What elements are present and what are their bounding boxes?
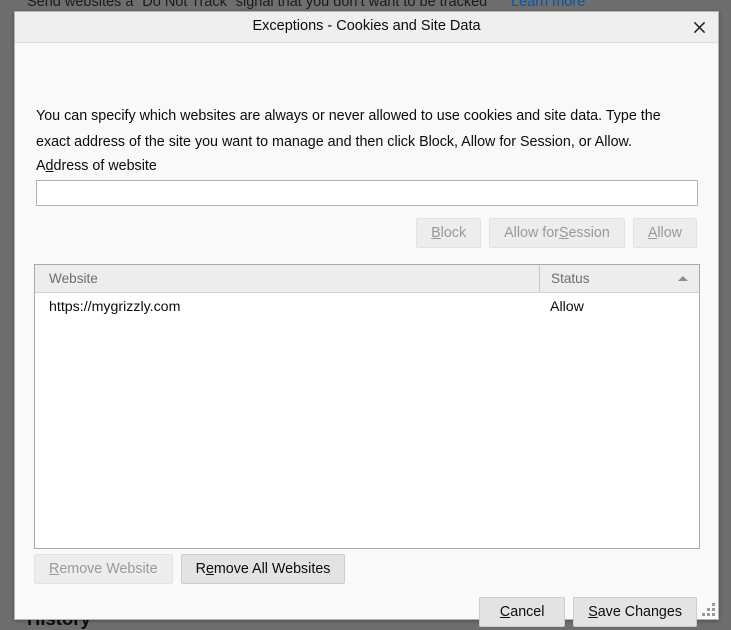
learn-more-link[interactable]: Learn more bbox=[511, 0, 585, 10]
cell-website: https://mygrizzly.com bbox=[35, 299, 539, 315]
list-rows: https://mygrizzly.com Allow bbox=[35, 293, 699, 321]
resize-grip-icon[interactable] bbox=[702, 603, 715, 616]
accelerator-char: d bbox=[46, 158, 54, 174]
dialog-footer-buttons: Cancel Save Changes bbox=[479, 597, 697, 627]
accelerator-char: C bbox=[500, 604, 510, 620]
remove-button-row: Remove Website Remove All Websites bbox=[34, 554, 345, 584]
accelerator-char: A bbox=[648, 225, 658, 241]
permission-button-row: Block Allow for Session Allow bbox=[416, 218, 697, 248]
remove-all-websites-button[interactable]: Remove All Websites bbox=[181, 554, 346, 584]
column-header-website-label: Website bbox=[49, 271, 98, 286]
remove-website-button[interactable]: Remove Website bbox=[34, 554, 173, 584]
accelerator-char: e bbox=[206, 561, 214, 577]
do-not-track-label: Send websites a “Do Not Track” signal th… bbox=[27, 0, 487, 10]
allow-button[interactable]: Allow bbox=[633, 218, 697, 248]
list-column-headers: Website Status bbox=[35, 265, 699, 293]
cancel-button[interactable]: Cancel bbox=[479, 597, 565, 627]
block-button[interactable]: Block bbox=[416, 218, 481, 248]
dialog-title: Exceptions - Cookies and Site Data bbox=[15, 18, 718, 34]
close-icon bbox=[693, 21, 706, 34]
dialog-description: You can specify which websites are alway… bbox=[36, 103, 698, 155]
accelerator-char: S bbox=[588, 604, 598, 620]
column-header-website[interactable]: Website bbox=[35, 265, 539, 292]
dialog-titlebar: Exceptions - Cookies and Site Data bbox=[15, 12, 718, 43]
save-changes-button[interactable]: Save Changes bbox=[573, 597, 697, 627]
table-row[interactable]: https://mygrizzly.com Allow bbox=[35, 293, 699, 321]
accelerator-char: S bbox=[559, 225, 569, 241]
dialog-body: You can specify which websites are alway… bbox=[15, 43, 718, 619]
address-input[interactable] bbox=[36, 180, 698, 206]
cell-status: Allow bbox=[539, 299, 699, 315]
address-of-website-label: Address of website bbox=[36, 158, 157, 174]
allow-for-session-button[interactable]: Allow for Session bbox=[489, 218, 625, 248]
column-header-status[interactable]: Status bbox=[539, 265, 699, 292]
column-header-status-label: Status bbox=[551, 271, 590, 286]
accelerator-char: B bbox=[431, 225, 441, 241]
triangle-up-icon bbox=[678, 276, 688, 281]
exceptions-dialog: Exceptions - Cookies and Site Data You c… bbox=[14, 11, 719, 620]
exceptions-list[interactable]: Website Status https://mygrizzly.com All… bbox=[34, 264, 700, 549]
accelerator-char: R bbox=[49, 561, 59, 577]
close-button[interactable] bbox=[680, 12, 718, 42]
